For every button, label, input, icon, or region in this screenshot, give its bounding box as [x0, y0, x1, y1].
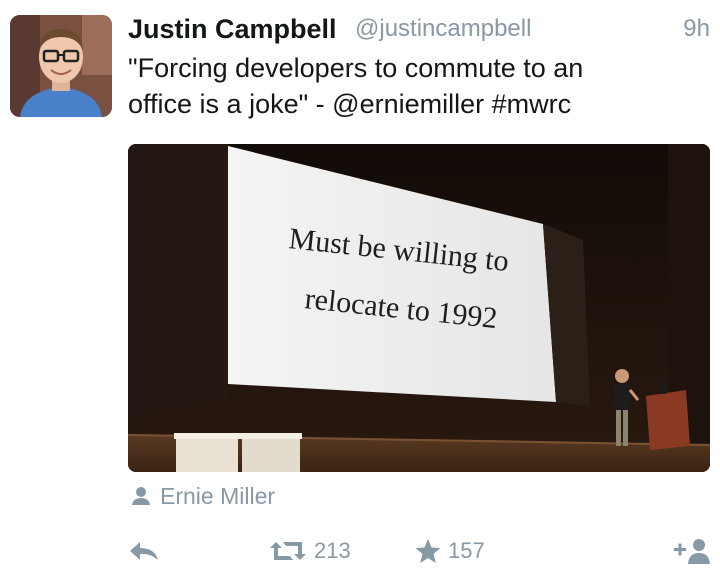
- tweet-text-line: office is a joke" - @erniemiller #mwrc: [128, 89, 572, 119]
- photo-attribution[interactable]: Ernie Miller: [130, 481, 275, 511]
- tweet-actions: 213 157: [128, 533, 712, 569]
- follow-user-icon: [674, 539, 710, 564]
- retweet-icon: [270, 542, 306, 560]
- avatar[interactable]: [10, 15, 112, 117]
- person-icon: [132, 487, 150, 505]
- attribution-name[interactable]: Ernie Miller: [160, 483, 275, 510]
- retweet-count: 213: [314, 538, 351, 563]
- tweet-photo[interactable]: Must be willing to relocate to 1992: [128, 144, 710, 472]
- reply-button[interactable]: [128, 533, 160, 569]
- favorite-count: 157: [448, 538, 485, 563]
- tweet-text-line: "Forcing developers to commute to an: [128, 53, 584, 83]
- retweet-button[interactable]: 213: [268, 533, 351, 569]
- star-icon: [415, 539, 441, 563]
- display-name[interactable]: Justin Campbell: [128, 12, 337, 46]
- timestamp[interactable]: 9h: [683, 12, 710, 46]
- tweet-header: Justin Campbell @justincampbell 9h: [128, 12, 710, 46]
- username[interactable]: @justincampbell: [355, 12, 531, 46]
- reply-icon: [130, 542, 158, 560]
- follow-button[interactable]: [672, 533, 712, 569]
- tweet-text: "Forcing developers to commute to an off…: [128, 50, 708, 122]
- favorite-button[interactable]: 157: [414, 533, 485, 569]
